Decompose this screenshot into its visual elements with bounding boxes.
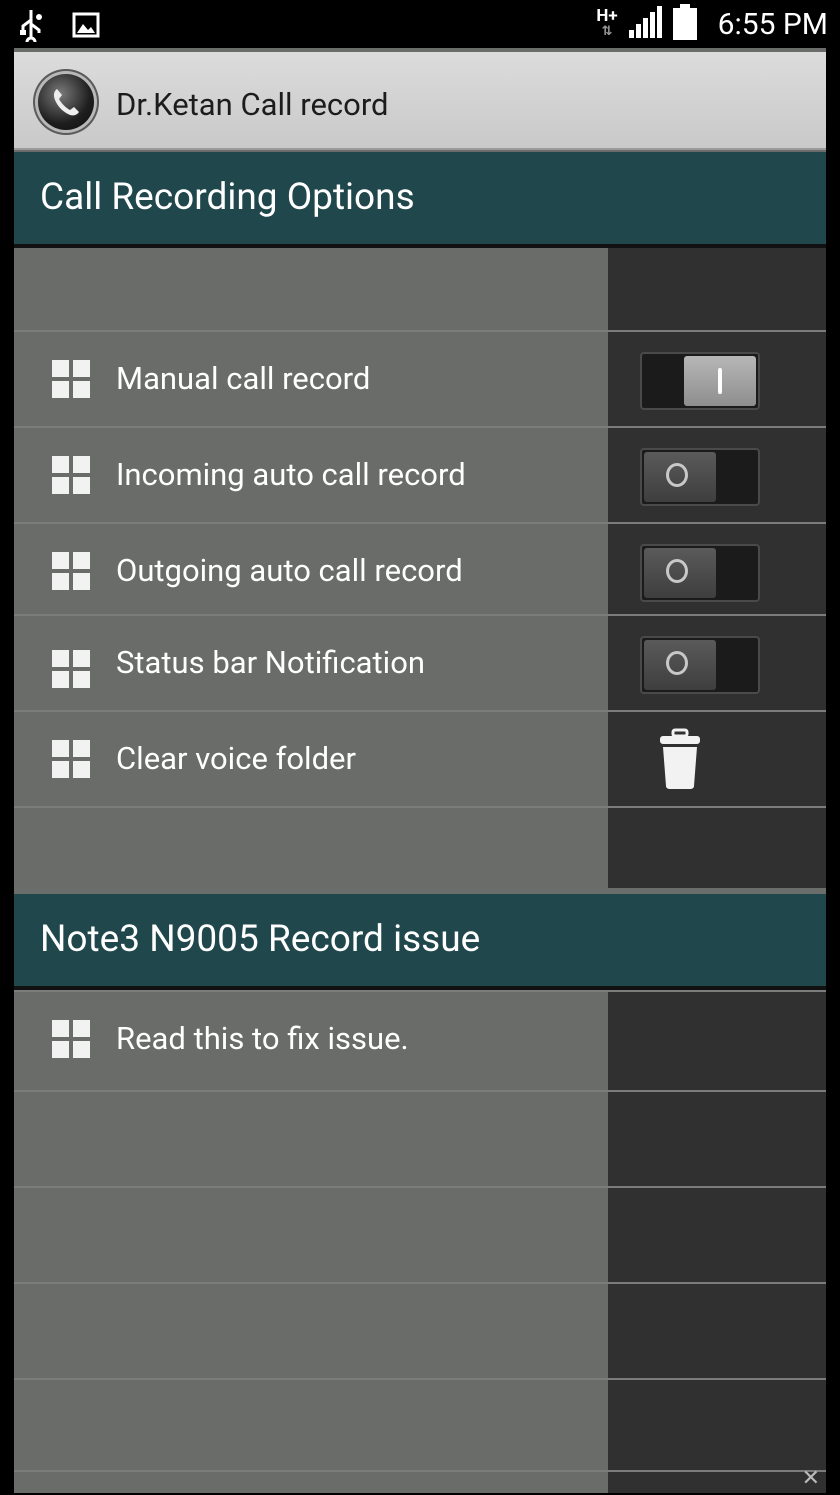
- trash-icon[interactable]: [654, 728, 706, 790]
- list-item-label: Outgoing auto call record: [116, 552, 463, 589]
- usb-icon: [18, 8, 44, 48]
- manual-call-record-toggle[interactable]: [640, 352, 760, 410]
- close-icon[interactable]: ✕: [802, 1466, 820, 1491]
- list-item-empty: [14, 1282, 826, 1378]
- battery-icon: [672, 4, 698, 44]
- list-item-label: Read this to fix issue.: [116, 1020, 409, 1057]
- incoming-auto-call-record-toggle[interactable]: [640, 448, 760, 506]
- clock: 6:55 PM: [717, 6, 828, 42]
- list-item-status-bar-notification[interactable]: Status bar Notification: [14, 614, 826, 710]
- list-item-empty: [14, 1186, 826, 1282]
- grid-icon: [52, 360, 90, 398]
- section-header-note3-record-issue: Note3 N9005 Record issue: [14, 894, 826, 990]
- image-icon: [72, 12, 100, 42]
- section-title: Call Recording Options: [40, 176, 415, 219]
- list-item-outgoing-auto-call-record[interactable]: Outgoing auto call record: [14, 522, 826, 618]
- options-list: Manual call record Incoming auto call re…: [14, 248, 826, 888]
- title-bar: Dr.Ketan Call record: [14, 52, 826, 150]
- list-item-clear-voice-folder[interactable]: Clear voice folder: [14, 710, 826, 806]
- list-item-empty: [14, 1378, 826, 1474]
- list-item-empty: [14, 806, 826, 890]
- grid-icon: [52, 1020, 90, 1058]
- grid-icon: [52, 456, 90, 494]
- outgoing-auto-call-record-toggle[interactable]: [640, 544, 760, 602]
- grid-icon: [52, 740, 90, 778]
- list-item-manual-call-record[interactable]: Manual call record: [14, 330, 826, 426]
- status-bar: H+ ⇅ 6:55 PM: [0, 0, 840, 48]
- section-header-call-recording-options: Call Recording Options: [14, 152, 826, 248]
- section-title: Note3 N9005 Record issue: [40, 918, 481, 961]
- app-window: Dr.Ketan Call record Call Recording Opti…: [14, 48, 826, 1493]
- list-item-label: Status bar Notification: [116, 644, 426, 681]
- grid-icon: [52, 552, 90, 590]
- list-item-label: Incoming auto call record: [116, 456, 466, 493]
- phone-icon: [38, 74, 94, 130]
- signal-icon: [628, 6, 662, 42]
- list-item-empty: [14, 1470, 826, 1495]
- issue-list: Read this to fix issue.: [14, 990, 826, 1493]
- network-type: H+ ⇅: [596, 6, 618, 40]
- grid-icon: [52, 650, 90, 688]
- list-item-label: Clear voice folder: [116, 740, 356, 777]
- list-item-read-this-to-fix-issue[interactable]: Read this to fix issue.: [14, 990, 826, 1086]
- list-item-empty: [14, 1090, 826, 1186]
- list-item-incoming-auto-call-record[interactable]: Incoming auto call record: [14, 426, 826, 522]
- list-item-label: Manual call record: [116, 360, 371, 397]
- app-title: Dr.Ketan Call record: [116, 86, 389, 123]
- status-bar-notification-toggle[interactable]: [640, 636, 760, 694]
